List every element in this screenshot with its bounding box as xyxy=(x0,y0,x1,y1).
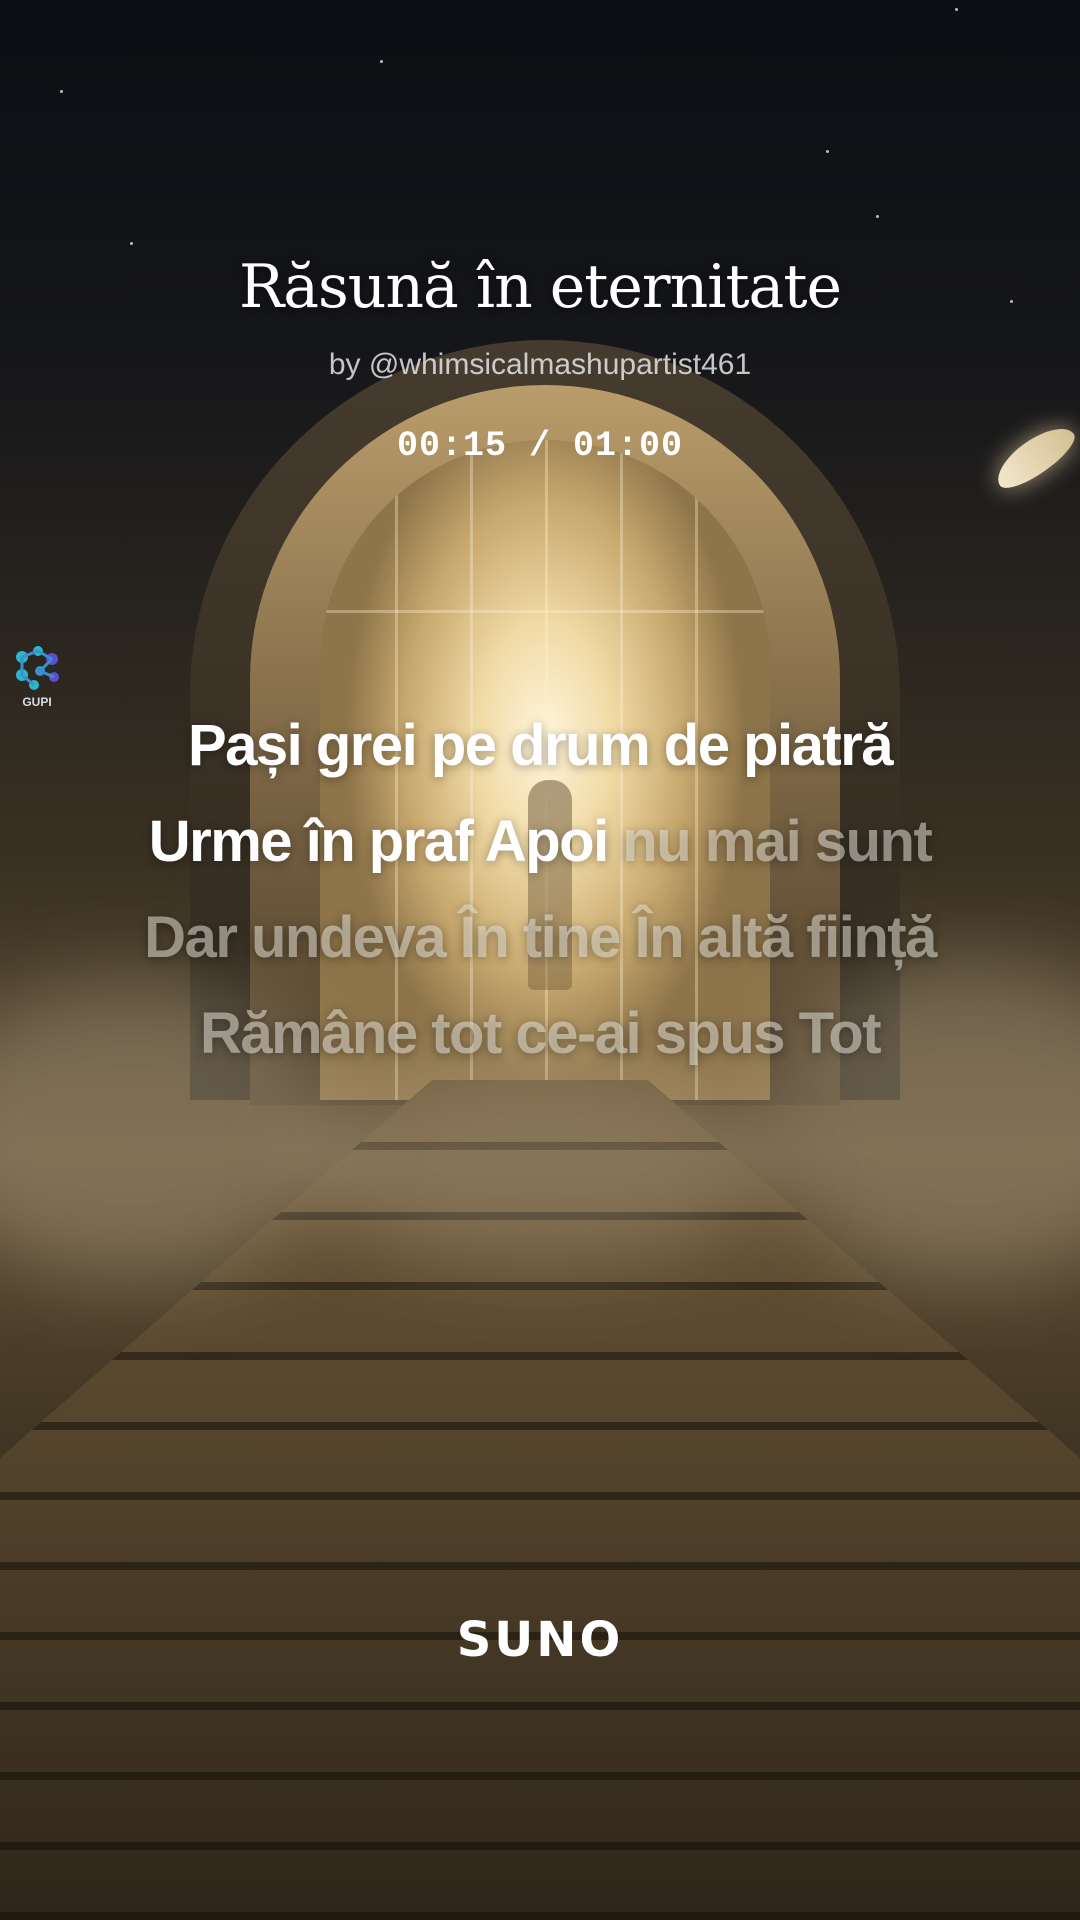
gupi-logo-icon xyxy=(16,646,59,690)
lyric-unsung: nu mai sunt xyxy=(622,809,932,874)
lyric-unsung: Dar undeva În tine În altă ființă xyxy=(144,905,937,970)
suno-logo: SUNO xyxy=(456,1612,624,1668)
playback-time: 00:15 / 01:00 xyxy=(396,426,684,466)
lyric-line-1: Pași grei pe drum de piatră xyxy=(0,712,1080,779)
song-artist: by @whimsicalmashupartist461 xyxy=(328,348,752,381)
song-title: Răsună în eternitate xyxy=(239,252,842,322)
fog xyxy=(300,1060,780,1260)
video-frame: GUPI Răsună în eternitate by @whimsicalm… xyxy=(0,0,1080,1920)
lyric-line-4: Rămâne tot ce-ai spus Tot xyxy=(0,1000,1080,1067)
lyric-sung: Urme în praf Apoi xyxy=(148,809,623,874)
lyric-unsung: Rămâne tot ce-ai spus Tot xyxy=(199,1001,882,1066)
lyric-line-2: Urme în praf Apoi nu mai sunt xyxy=(0,808,1080,875)
lyric-line-3: Dar undeva În tine În altă ființă xyxy=(0,904,1080,971)
star xyxy=(876,215,879,218)
gupi-watermark: GUPI xyxy=(12,645,68,715)
star xyxy=(955,8,958,11)
star xyxy=(826,150,829,153)
star xyxy=(130,242,133,245)
lyric-sung: Pași grei pe drum de piatră xyxy=(187,713,894,778)
star xyxy=(380,60,383,63)
star xyxy=(60,90,63,93)
gupi-label: GUPI xyxy=(22,695,52,709)
